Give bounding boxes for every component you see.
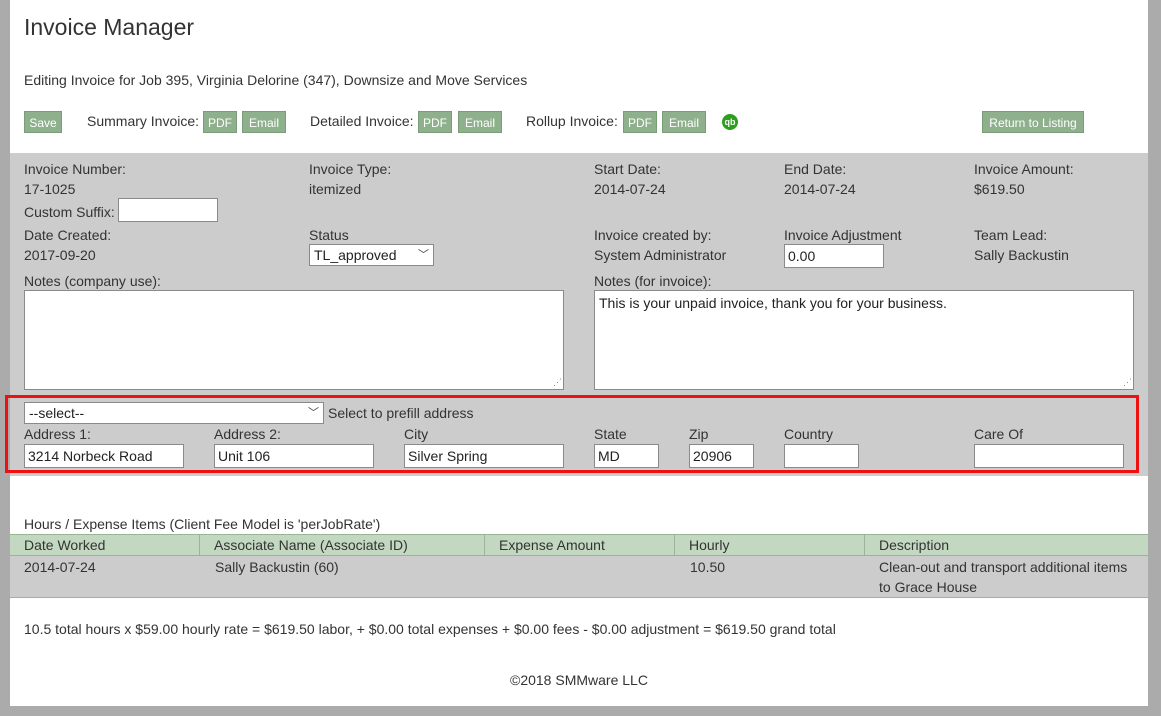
invoice-subtitle: Editing Invoice for Job 395, Virginia De… <box>24 72 528 88</box>
rollup-pdf-button[interactable]: PDF <box>623 111 657 133</box>
resize-grip-icon[interactable]: ⋰ <box>1123 377 1132 388</box>
invoice-number-label: Invoice Number: <box>24 161 126 177</box>
start-date-label: Start Date: <box>594 161 661 177</box>
end-date-value: 2014-07-24 <box>784 181 856 197</box>
end-date-label: End Date: <box>784 161 847 177</box>
status-select-value: TL_approved <box>314 247 397 263</box>
totals-summary: 10.5 total hours x $59.00 hourly rate = … <box>24 621 836 637</box>
column-header-hourly: Hourly <box>675 535 865 555</box>
notes-company-label: Notes (company use): <box>24 273 161 289</box>
team-lead-label: Team Lead: <box>974 227 1048 243</box>
column-header-associate: Associate Name (Associate ID) <box>200 535 485 555</box>
rollup-email-button[interactable]: Email <box>662 111 706 133</box>
column-header-expense: Expense Amount <box>485 535 675 555</box>
detailed-invoice-label: Detailed Invoice: <box>310 113 414 129</box>
quickbooks-icon[interactable]: qb <box>722 114 738 130</box>
summary-pdf-button[interactable]: PDF <box>203 111 237 133</box>
row-date-worked: 2014-07-24 <box>24 559 96 575</box>
chevron-down-icon: ﹀ <box>418 249 429 261</box>
status-select[interactable]: TL_approved ﹀ <box>309 244 434 266</box>
date-created-label: Date Created: <box>24 227 112 243</box>
invoice-amount-label: Invoice Amount: <box>974 161 1074 177</box>
notes-invoice-label: Notes (for invoice): <box>594 273 712 289</box>
detailed-pdf-button[interactable]: PDF <box>418 111 452 133</box>
row-description-line2: to Grace House <box>879 579 978 595</box>
custom-suffix-label: Custom Suffix: <box>24 204 115 220</box>
row-associate: Sally Backustin (60) <box>215 559 339 575</box>
address-highlight-box <box>5 395 1139 473</box>
notes-company-textarea[interactable] <box>24 290 564 390</box>
status-label: Status <box>309 227 349 243</box>
invoice-number-value: 17-1025 <box>24 181 76 197</box>
resize-grip-icon[interactable]: ⋰ <box>553 377 562 388</box>
custom-suffix-input[interactable] <box>118 198 218 222</box>
save-button[interactable]: Save <box>24 111 62 133</box>
invoice-adjustment-input[interactable] <box>784 244 884 268</box>
table-row: 2014-07-24 Sally Backustin (60) 10.50 Cl… <box>10 556 1148 598</box>
invoice-type-label: Invoice Type: <box>309 161 392 177</box>
date-created-value: 2017-09-20 <box>24 247 96 263</box>
page-title: Invoice Manager <box>24 14 195 40</box>
team-lead-value: Sally Backustin <box>974 247 1069 263</box>
page: Invoice Manager Editing Invoice for Job … <box>5 0 1148 706</box>
invoice-details-panel: Invoice Number: 17-1025 Invoice Type: it… <box>5 153 1148 476</box>
created-by-value: System Administrator <box>594 247 727 263</box>
created-by-label: Invoice created by: <box>594 227 712 243</box>
items-table-header: Date Worked Associate Name (Associate ID… <box>10 534 1148 556</box>
invoice-type-value: itemized <box>309 181 362 197</box>
column-header-date-worked: Date Worked <box>10 535 200 555</box>
start-date-value: 2014-07-24 <box>594 181 666 197</box>
row-hourly: 10.50 <box>690 559 726 575</box>
footer-copyright: ©2018 SMMware LLC <box>510 672 648 688</box>
row-description-line1: Clean-out and transport additional items <box>879 559 1128 575</box>
rollup-invoice-label: Rollup Invoice: <box>526 113 618 129</box>
column-header-description: Description <box>879 537 950 553</box>
invoice-amount-value: $619.50 <box>974 181 1025 197</box>
summary-invoice-label: Summary Invoice: <box>87 113 200 129</box>
items-heading: Hours / Expense Items (Client Fee Model … <box>24 516 381 532</box>
summary-email-button[interactable]: Email <box>242 111 286 133</box>
notes-invoice-textarea[interactable] <box>594 290 1134 390</box>
return-to-listing-button[interactable]: Return to Listing <box>982 111 1084 133</box>
detailed-email-button[interactable]: Email <box>458 111 502 133</box>
invoice-adjustment-label: Invoice Adjustment <box>784 227 902 243</box>
